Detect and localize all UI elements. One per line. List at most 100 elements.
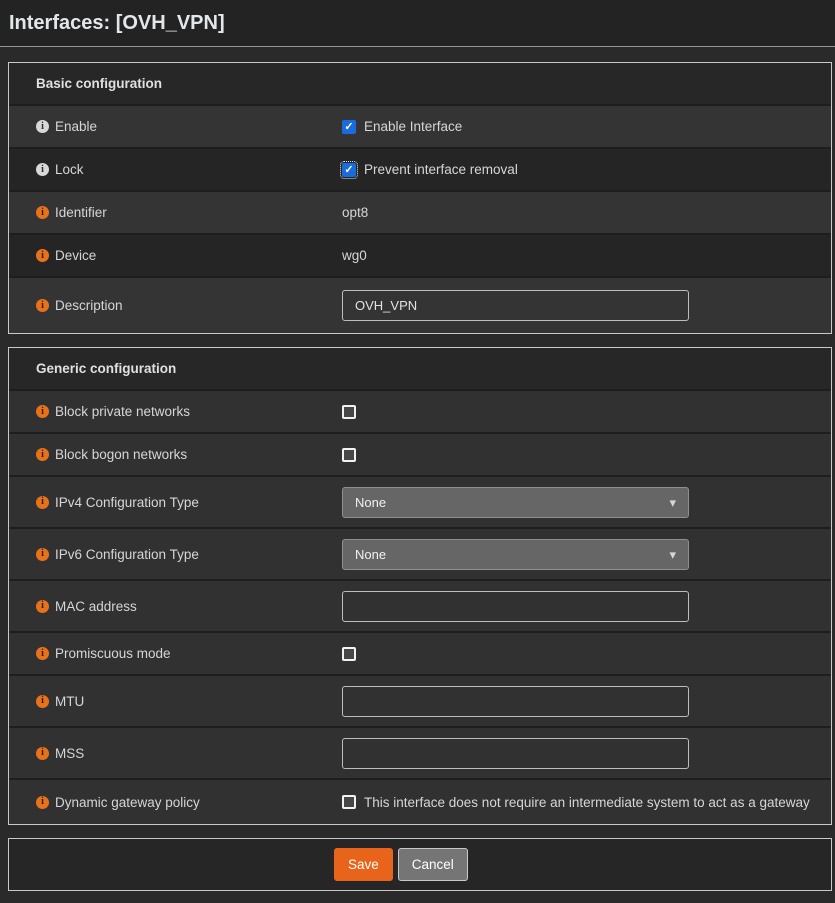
field-label-cell: Device [9, 248, 342, 263]
info-icon [36, 496, 49, 509]
field-control-cell: This interface does not require an inter… [342, 795, 831, 810]
field-label: MTU [55, 694, 84, 709]
info-icon [36, 796, 49, 809]
mtu-input[interactable] [342, 686, 689, 717]
caret-down-icon [669, 496, 676, 509]
page-title: Interfaces: [OVH_VPN] [9, 12, 225, 35]
block-bogon-checkbox[interactable] [342, 448, 356, 462]
row-lock: Lock Prevent interface removal [9, 147, 831, 190]
section-title: Basic configuration [36, 76, 162, 91]
field-control-cell [342, 448, 831, 462]
actions-panel: Save Cancel [8, 838, 832, 891]
field-label: Block bogon networks [55, 447, 187, 462]
row-ipv4-type: IPv4 Configuration Type None [9, 475, 831, 527]
checkbox-label: Enable Interface [364, 119, 462, 134]
ipv4-config-select[interactable]: None [342, 487, 689, 518]
row-mac-address: MAC address [9, 579, 831, 631]
description-input[interactable] [342, 290, 689, 321]
enable-checkbox[interactable] [342, 120, 356, 134]
row-promiscuous: Promiscuous mode [9, 631, 831, 674]
row-device: Device wg0 [9, 233, 831, 276]
cancel-button[interactable]: Cancel [398, 848, 468, 881]
save-button[interactable]: Save [334, 848, 393, 881]
caret-down-icon [669, 548, 676, 561]
field-control-cell [342, 591, 831, 622]
field-control-cell [342, 647, 831, 661]
field-label-cell: Promiscuous mode [9, 646, 342, 661]
field-label: Description [55, 298, 123, 313]
field-label-cell: MTU [9, 694, 342, 709]
field-label-cell: Identifier [9, 205, 342, 220]
field-label: Device [55, 248, 96, 263]
info-icon [36, 206, 49, 219]
info-icon [36, 120, 49, 133]
field-label-cell: Description [9, 298, 342, 313]
field-label: Identifier [55, 205, 107, 220]
field-label-cell: MSS [9, 746, 342, 761]
field-label: Block private networks [55, 404, 190, 419]
identifier-value: opt8 [342, 205, 368, 220]
basic-config-section: Basic configuration Enable Enable Interf… [8, 62, 832, 334]
info-icon [36, 548, 49, 561]
field-label: MAC address [55, 599, 137, 614]
row-ipv6-type: IPv6 Configuration Type None [9, 527, 831, 579]
field-label-cell: Block bogon networks [9, 447, 342, 462]
info-icon [36, 405, 49, 418]
field-control-cell: wg0 [342, 248, 831, 263]
row-description: Description [9, 276, 831, 333]
field-label-cell: Block private networks [9, 404, 342, 419]
field-label-cell: MAC address [9, 599, 342, 614]
promiscuous-checkbox[interactable] [342, 647, 356, 661]
block-private-checkbox[interactable] [342, 405, 356, 419]
row-mtu: MTU [9, 674, 831, 726]
select-value: None [355, 495, 386, 510]
field-label: Enable [55, 119, 97, 134]
info-icon [36, 163, 49, 176]
checkbox-label: This interface does not require an inter… [364, 795, 810, 810]
field-control-cell [342, 686, 831, 717]
device-value: wg0 [342, 248, 367, 263]
field-control-cell [342, 405, 831, 419]
field-label: IPv4 Configuration Type [55, 495, 199, 510]
mac-address-input[interactable] [342, 591, 689, 622]
field-control-cell [342, 738, 831, 769]
info-icon [36, 249, 49, 262]
row-enable: Enable Enable Interface [9, 104, 831, 147]
row-block-private: Block private networks [9, 389, 831, 432]
row-mss: MSS [9, 726, 831, 778]
checkbox-label: Prevent interface removal [364, 162, 518, 177]
generic-config-section: Generic configuration Block private netw… [8, 347, 832, 825]
field-label-cell: Lock [9, 162, 342, 177]
field-label-cell: IPv6 Configuration Type [9, 547, 342, 562]
basic-section-header: Basic configuration [9, 63, 831, 104]
field-label-cell: Dynamic gateway policy [9, 795, 342, 810]
info-icon [36, 695, 49, 708]
select-value: None [355, 547, 386, 562]
info-icon [36, 600, 49, 613]
field-control-cell: None [342, 539, 831, 570]
info-icon [36, 647, 49, 660]
lock-checkbox[interactable] [342, 163, 356, 177]
dynamic-gateway-checkbox[interactable] [342, 795, 356, 809]
info-icon [36, 747, 49, 760]
page-header: Interfaces: [OVH_VPN] [0, 0, 835, 47]
field-label: Promiscuous mode [55, 646, 171, 661]
field-label: IPv6 Configuration Type [55, 547, 199, 562]
field-control-cell [342, 290, 831, 321]
mss-input[interactable] [342, 738, 689, 769]
generic-section-header: Generic configuration [9, 348, 831, 389]
row-identifier: Identifier opt8 [9, 190, 831, 233]
field-label-cell: IPv4 Configuration Type [9, 495, 342, 510]
ipv6-config-select[interactable]: None [342, 539, 689, 570]
field-label: MSS [55, 746, 84, 761]
info-icon [36, 299, 49, 312]
field-label-cell: Enable [9, 119, 342, 134]
field-label: Dynamic gateway policy [55, 795, 200, 810]
field-control-cell: opt8 [342, 205, 831, 220]
section-title: Generic configuration [36, 361, 176, 376]
field-control-cell: Prevent interface removal [342, 162, 831, 177]
field-label: Lock [55, 162, 84, 177]
row-dynamic-gateway: Dynamic gateway policy This interface do… [9, 778, 831, 824]
field-control-cell: Enable Interface [342, 119, 831, 134]
info-icon [36, 448, 49, 461]
